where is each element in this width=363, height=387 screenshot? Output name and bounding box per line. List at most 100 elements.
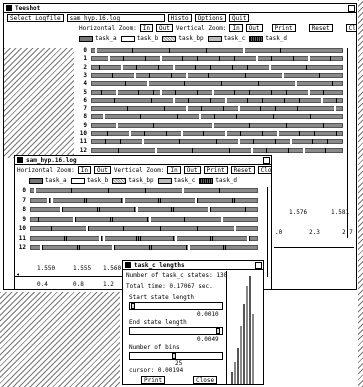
lane-bar[interactable]: [91, 89, 343, 95]
lane-bar[interactable]: [30, 216, 258, 222]
slider-knob[interactable]: [131, 303, 135, 309]
start-length-value: 0.0010: [197, 311, 219, 318]
vzoom-out-button[interactable]: Out: [245, 24, 263, 32]
hzoom-in-button[interactable]: In: [139, 24, 154, 32]
state-marker: [145, 188, 146, 193]
window-title: task_c lengths: [134, 261, 185, 269]
vzoom-in-button[interactable]: In: [167, 166, 181, 174]
window-menu-icon[interactable]: [17, 157, 23, 163]
state-marker: [203, 131, 204, 136]
lane-bar[interactable]: [91, 106, 343, 112]
state-marker: [208, 72, 209, 78]
task-a-swatch: [79, 35, 93, 42]
lane-label: 6: [83, 96, 87, 104]
close-icon[interactable]: [348, 4, 355, 12]
hzoom-in-button[interactable]: In: [77, 166, 92, 174]
close-button[interactable]: Close: [345, 24, 356, 32]
reset-button[interactable]: Reset: [308, 24, 333, 32]
lane-bar[interactable]: [91, 122, 343, 128]
quit-button[interactable]: Quit: [228, 14, 250, 22]
print-button[interactable]: Print: [203, 166, 228, 174]
state-marker: [151, 97, 152, 103]
lane-bar[interactable]: [91, 56, 343, 62]
window-title: Teeshot: [15, 4, 41, 12]
vzoom-out-button[interactable]: Out: [183, 166, 201, 174]
state-marker: [160, 197, 161, 203]
options-button[interactable]: Options: [194, 14, 226, 22]
state-marker: [216, 139, 217, 145]
lane-bar[interactable]: [91, 97, 343, 103]
lane-label: 11: [18, 234, 26, 242]
start-length-slider[interactable]: [129, 302, 223, 310]
lane-bar[interactable]: [91, 48, 343, 53]
samlog-hscroll[interactable]: [15, 276, 125, 277]
samlog-titlebar[interactable]: sam_hyp.16.log: [15, 156, 271, 165]
vzoom-in-button[interactable]: In: [229, 24, 243, 32]
histogram-bar: [237, 348, 239, 384]
end-length-slider[interactable]: [129, 327, 223, 335]
hzoom-out-button[interactable]: Out: [156, 24, 173, 32]
lane-label: 11: [79, 138, 87, 146]
lane-bar[interactable]: [30, 207, 258, 212]
histo-close-button[interactable]: Close: [193, 376, 218, 384]
lane-bar[interactable]: [91, 81, 343, 87]
lane-label: 5: [83, 88, 87, 96]
lane-bar[interactable]: [91, 147, 343, 153]
samlog-legend: task_a task_b task_bp task_c task_d: [15, 175, 271, 186]
logfile-input[interactable]: sam_hyp.16.log: [66, 14, 165, 22]
close-button[interactable]: Close: [257, 166, 271, 174]
scroll-left-icon[interactable]: ◂: [16, 271, 20, 278]
state-marker: [66, 235, 67, 241]
samlog-vscroll-track[interactable]: [267, 187, 268, 277]
state-marker: [127, 106, 128, 112]
state-marker: [243, 48, 245, 53]
histo-titlebar[interactable]: task_c lengths: [123, 261, 263, 270]
lane-bar[interactable]: [30, 226, 258, 231]
teeshot-titlebar[interactable]: Teeshot: [4, 4, 356, 13]
histogram-plot[interactable]: [228, 272, 263, 384]
state-marker: [286, 89, 287, 95]
lane-bar[interactable]: [91, 139, 343, 145]
total-time-value: 0.17067 sec.: [169, 283, 213, 290]
state-marker: [275, 106, 276, 112]
state-marker: [321, 97, 323, 103]
desktop-background: [0, 292, 120, 387]
axis-tick-label: 1.576: [289, 209, 308, 216]
close-icon[interactable]: [255, 261, 262, 269]
state-marker: [64, 235, 65, 241]
start-length-label: Start state length: [129, 294, 195, 301]
close-icon[interactable]: [263, 156, 270, 164]
teeshot-hscroll[interactable]: [274, 247, 354, 248]
num-bins-slider[interactable]: [129, 352, 223, 360]
state-marker: [297, 106, 298, 112]
reset-button[interactable]: Reset: [230, 166, 255, 174]
state-marker: [314, 131, 315, 136]
legend-task-b: task_b: [70, 177, 108, 184]
state-marker: [116, 89, 118, 95]
lane-bar[interactable]: [91, 114, 343, 120]
hzoom-out-button[interactable]: Out: [94, 166, 111, 174]
slider-knob[interactable]: [172, 353, 176, 359]
histo-button[interactable]: Histo: [167, 14, 192, 22]
lane-label: 1: [83, 55, 87, 63]
vzoom-label: Vertical Zoom:: [175, 24, 227, 32]
state-marker: [258, 81, 259, 87]
state-marker: [256, 56, 258, 62]
window-menu-icon[interactable]: [125, 262, 131, 268]
state-marker: [179, 139, 180, 145]
select-logfile-button[interactable]: Select Logfile: [7, 14, 64, 22]
print-button[interactable]: Print: [271, 24, 296, 32]
state-marker: [290, 139, 292, 145]
state-marker: [275, 139, 276, 145]
lane-bar[interactable]: [30, 197, 258, 203]
window-menu-icon[interactable]: [6, 5, 12, 11]
slider-knob[interactable]: [216, 328, 220, 334]
state-marker: [197, 226, 198, 231]
lane-bar[interactable]: [91, 72, 343, 78]
lane-bar[interactable]: [30, 188, 258, 193]
state-marker: [173, 97, 175, 103]
histo-print-button[interactable]: Print: [141, 376, 166, 384]
state-marker: [286, 122, 287, 128]
state-marker: [323, 122, 324, 128]
histogram-bar: [231, 372, 233, 384]
